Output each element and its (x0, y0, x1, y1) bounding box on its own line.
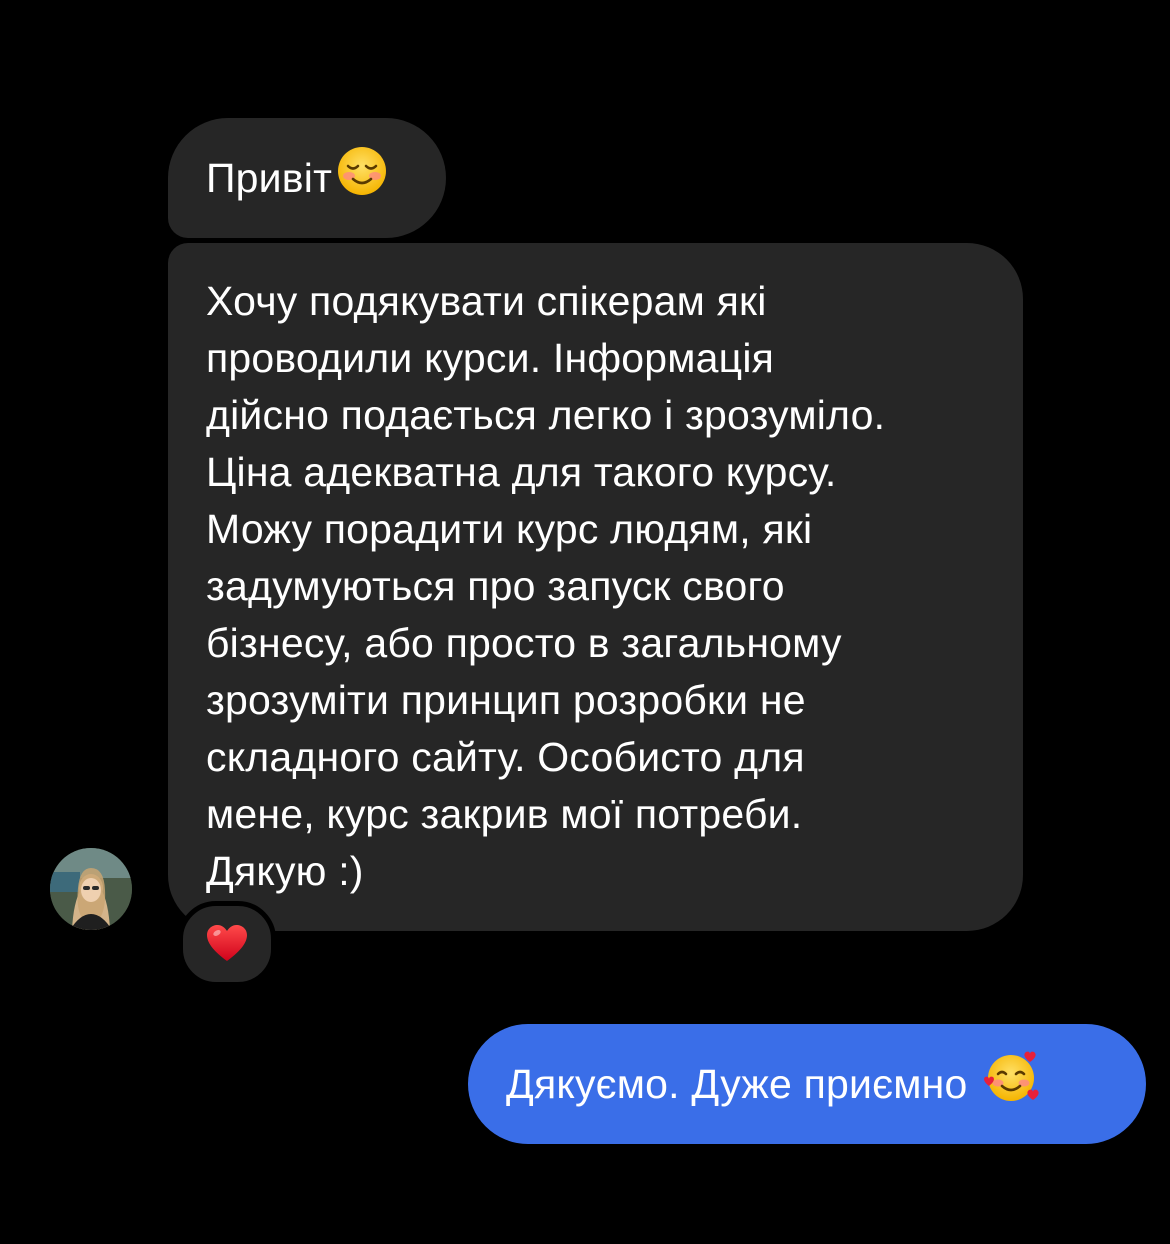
message-line: дійсно подається легко і зрозуміло. (206, 392, 886, 438)
smiling-face-emoji-icon (336, 145, 388, 211)
message-line: складного сайту. Особисто для (206, 734, 805, 780)
message-line: проводили курси. Інформація (206, 335, 775, 381)
chat-thread: Привіт Хочу подякувати спікерам які пров… (0, 0, 1170, 1244)
message-line: бізнесу, або просто в загальному (206, 620, 842, 666)
smiling-face-with-hearts-emoji-icon (983, 1050, 1041, 1118)
message-line: Дякую :) (206, 848, 364, 894)
message-text: Привіт (206, 155, 333, 201)
message-line: Хочу подякувати спікерам які (206, 278, 767, 324)
message-text: Дякуємо. Дуже приємно (506, 1061, 968, 1107)
message-line: зрозуміти принцип розробки не (206, 677, 806, 723)
message-line: Ціна адекватна для такого курсу. (206, 449, 837, 495)
outgoing-message-reply[interactable]: Дякуємо. Дуже приємно (468, 1024, 1146, 1144)
incoming-message-review[interactable]: Хочу подякувати спікерам які проводили к… (168, 243, 1023, 931)
message-line: задумуються про запуск свого (206, 563, 785, 609)
message-reaction[interactable] (178, 901, 276, 987)
red-heart-icon (207, 925, 247, 961)
message-line: Можу порадити курс людям, які (206, 506, 813, 552)
sender-avatar[interactable] (50, 848, 132, 930)
message-line: мене, курс закрив мої потреби. (206, 791, 803, 837)
incoming-message-greeting[interactable]: Привіт (168, 118, 446, 238)
user-avatar-icon (50, 848, 132, 930)
